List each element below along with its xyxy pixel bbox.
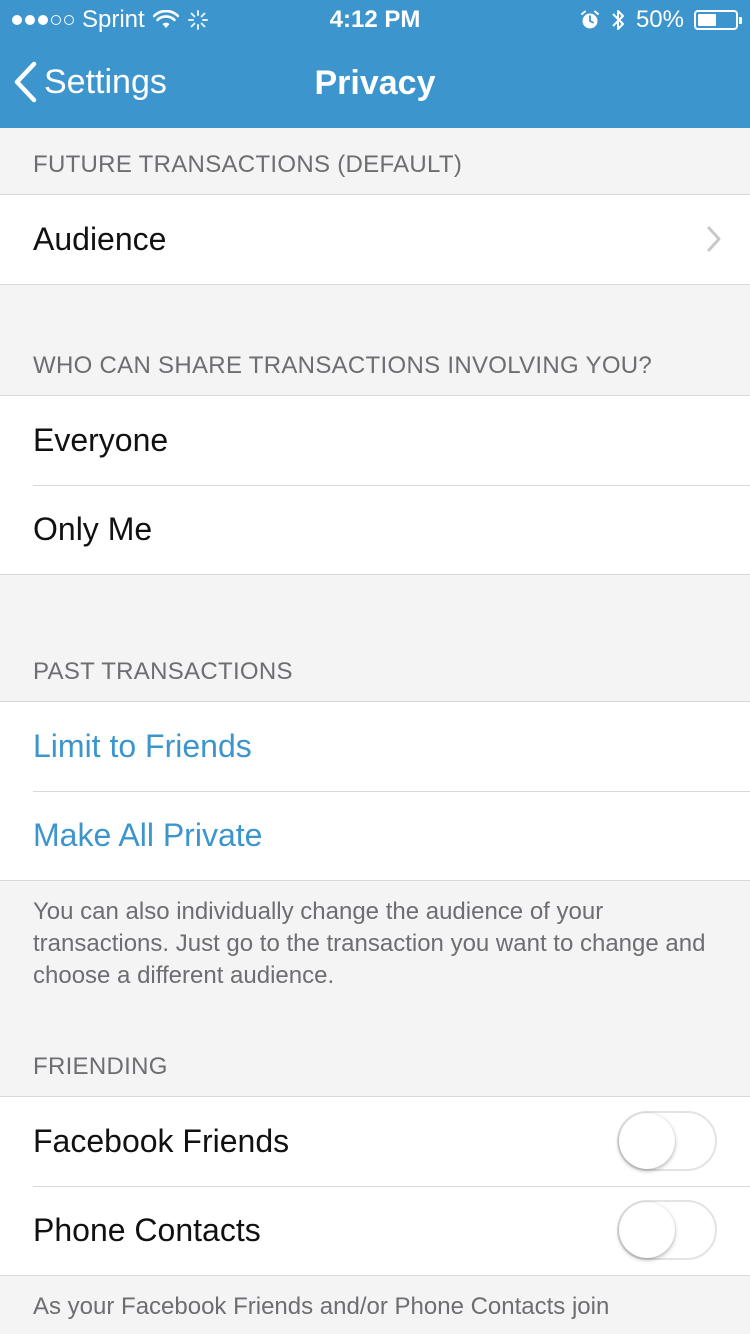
section-header-friending: FRIENDING	[33, 1053, 168, 1080]
only-me-option[interactable]: Only Me	[0, 485, 750, 574]
toggle-knob	[619, 1202, 675, 1258]
bluetooth-icon	[612, 10, 624, 30]
section-header-future-transactions: FUTURE TRANSACTIONS (DEFAULT)	[33, 151, 463, 178]
navigation-bar: Settings Privacy	[0, 40, 750, 128]
past-transactions-group: Limit to Friends Make All Private	[0, 701, 750, 881]
limit-to-friends-button[interactable]: Limit to Friends	[0, 702, 750, 791]
past-transactions-footnote: You can also individually change the aud…	[33, 898, 706, 989]
audience-label: Audience	[33, 221, 167, 257]
section-header-past-transactions: PAST TRANSACTIONS	[33, 658, 293, 685]
page-title: Privacy	[314, 64, 436, 102]
facebook-friends-label: Facebook Friends	[33, 1123, 290, 1159]
top-bar: Sprint 4:12 PM 50% Settings Privacy	[0, 0, 750, 128]
limit-to-friends-label: Limit to Friends	[33, 728, 252, 764]
everyone-label: Everyone	[33, 422, 169, 458]
section-header-who-can-share: WHO CAN SHARE TRANSACTIONS INVOLVING YOU…	[33, 352, 653, 379]
battery-percent: 50%	[635, 6, 684, 33]
make-all-private-button[interactable]: Make All Private	[0, 791, 750, 880]
friending-footnote: As your Facebook Friends and/or Phone Co…	[33, 1293, 610, 1320]
toggle-knob	[619, 1113, 675, 1169]
make-all-private-label: Make All Private	[33, 817, 263, 853]
alarm-icon	[580, 10, 599, 29]
who-can-share-group: Everyone Only Me	[0, 395, 750, 575]
status-right: 50%	[580, 6, 742, 34]
phone-contacts-toggle[interactable]	[617, 1200, 717, 1260]
facebook-friends-toggle[interactable]	[617, 1111, 717, 1171]
chevron-right-icon	[707, 226, 721, 252]
battery-cap	[739, 17, 742, 24]
battery-fill	[698, 14, 716, 26]
everyone-option[interactable]: Everyone	[0, 396, 750, 485]
phone-contacts-label: Phone Contacts	[33, 1212, 261, 1248]
status-bar: Sprint 4:12 PM 50%	[0, 0, 750, 40]
battery-icon	[694, 10, 742, 30]
future-transactions-group: Audience	[0, 194, 750, 285]
phone-contacts-row: Phone Contacts	[0, 1186, 750, 1275]
audience-row[interactable]: Audience	[0, 195, 750, 284]
facebook-friends-row: Facebook Friends	[0, 1097, 750, 1186]
only-me-label: Only Me	[33, 511, 153, 547]
friending-group: Facebook Friends Phone Contacts	[0, 1096, 750, 1276]
